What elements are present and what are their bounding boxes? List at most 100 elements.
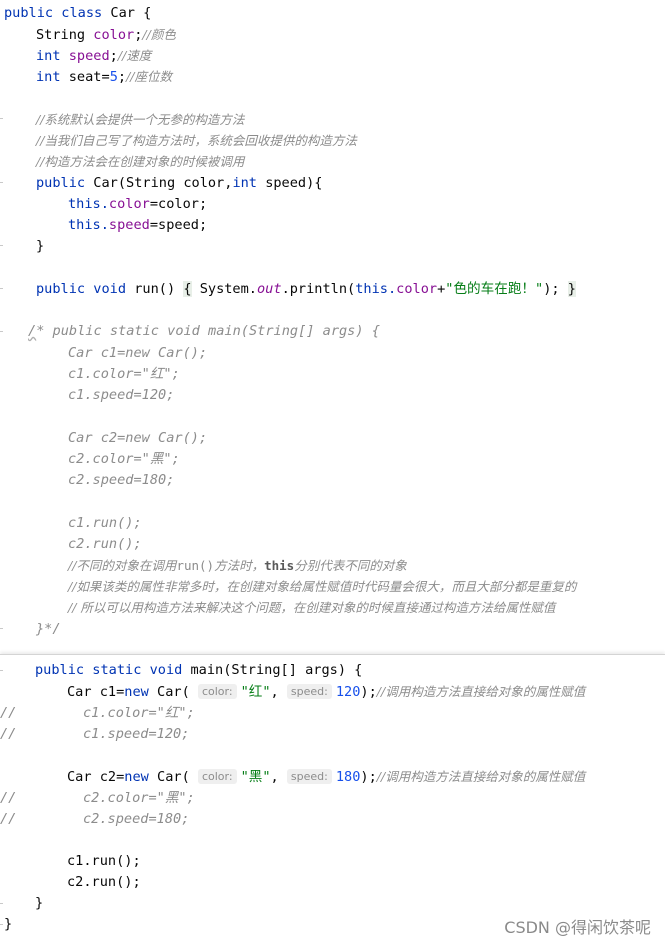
comment-line: c1.color="红"; xyxy=(68,366,180,382)
number-literal: 180 xyxy=(335,769,361,785)
number-literal: 120 xyxy=(335,684,361,700)
keyword: public void xyxy=(36,281,135,297)
code-text: =speed; xyxy=(149,217,208,233)
comment-line: c2.speed=180; xyxy=(68,472,175,488)
gutter-mark xyxy=(0,282,4,291)
field-name: speed xyxy=(108,217,150,233)
code-text: Car { xyxy=(110,5,152,21)
code-text: main(String[] args) { xyxy=(190,662,363,678)
code-text: String xyxy=(36,27,94,43)
code-line: public static void main(String[] args) { xyxy=(35,660,362,681)
number-literal: 5 xyxy=(109,69,118,85)
gutter-mark xyxy=(0,622,4,631)
code-line: public class Car { xyxy=(4,3,151,24)
gutter-mark xyxy=(0,239,4,248)
line-comment-marker: // xyxy=(0,705,17,721)
comment-line: c1.speed=120; xyxy=(83,726,190,742)
comment-line: c1.color="红"; xyxy=(83,705,195,721)
watermark: CSDN @得闲饮茶呢 xyxy=(504,918,651,937)
code-line: this.speed=speed; xyxy=(68,215,207,236)
code-line: } xyxy=(35,895,44,911)
keyword: new xyxy=(124,684,158,700)
comment-tag: this xyxy=(264,558,295,573)
field-name: speed xyxy=(68,48,110,64)
keyword: this. xyxy=(68,217,109,233)
comment-line: c2.run(); xyxy=(68,536,142,552)
code-editor-bottom: public static void main(String[] args) {… xyxy=(0,654,665,949)
comment-line: //当我们自己写了构造方法时，系统会回收提供的构造方法 xyxy=(36,133,357,148)
folded-brace[interactable]: } xyxy=(567,281,576,297)
code-line: } xyxy=(4,916,13,932)
gutter-mark xyxy=(0,897,4,906)
code-text: , xyxy=(270,769,287,785)
keyword: new xyxy=(124,769,158,785)
keyword: this. xyxy=(355,281,397,297)
comment-line: // 所以可以用构造方法来解决这个问题，在创建对象的时候直接通过构造方法给属性赋… xyxy=(68,600,556,615)
gutter-mark xyxy=(0,176,4,185)
code-text: System. xyxy=(191,281,257,297)
code-text: seat xyxy=(68,69,102,85)
code-line: String color;//颜色 xyxy=(36,24,176,45)
code-text: ; xyxy=(109,48,118,64)
keyword: int xyxy=(36,69,69,85)
code-line: int speed;//速度 xyxy=(36,45,151,66)
parameter-hint: speed: xyxy=(286,769,332,784)
code-text: Car c2= xyxy=(67,769,125,785)
keyword: int xyxy=(232,175,266,191)
field-name: color xyxy=(93,27,135,43)
string-literal: "红" xyxy=(240,684,271,700)
comment-line: c1.run(); xyxy=(68,515,142,531)
code-text: , xyxy=(270,684,287,700)
keyword: this. xyxy=(68,196,109,212)
static-field: out xyxy=(257,281,282,297)
keyword: int xyxy=(36,48,69,64)
comment-line: //系统默认会提供一个无参的构造方法 xyxy=(36,112,245,127)
comment: 方法时， xyxy=(214,558,265,573)
code-line: public Car(String color,int speed){ xyxy=(36,173,322,194)
code-line: public void run() { System.out.println(t… xyxy=(36,279,576,300)
code-line: int seat=5;//座位数 xyxy=(36,66,172,87)
comment: run() xyxy=(176,558,215,573)
code-text: run() xyxy=(134,281,184,297)
field-name: color xyxy=(108,196,150,212)
comment: //不同的对象在调用 xyxy=(68,558,177,573)
comment: //座位数 xyxy=(126,69,172,84)
code-text: = xyxy=(101,69,110,85)
comment-line: c2.color="黑"; xyxy=(83,790,195,806)
keyword: public static void xyxy=(35,662,191,678)
code-text: ); xyxy=(360,684,377,700)
code-text: =color; xyxy=(149,196,208,212)
code-text: ; xyxy=(117,69,127,85)
comment-line: c2.speed=180; xyxy=(83,811,190,827)
comment: 分别代表不同的对象 xyxy=(294,558,407,573)
code-text: Car( xyxy=(157,684,198,700)
parameter-hint: color: xyxy=(197,769,237,784)
block-comment-start: /* public static void main(String[] args… xyxy=(28,321,380,342)
code-text: speed){ xyxy=(265,175,323,191)
gutter-mark xyxy=(0,112,4,121)
comment: * public static void main(String[] args)… xyxy=(36,323,380,339)
gutter-mark xyxy=(0,918,4,927)
code-line: Car c2=new Car( color: "黑", speed: 180);//… xyxy=(67,766,585,787)
folded-brace[interactable]: { xyxy=(183,281,192,297)
parameter-hint: color: xyxy=(197,684,237,699)
string-literal: "色的车在跑！" xyxy=(445,281,544,297)
comment-line: //如果该类的属性非常多时，在创建对象给属性赋值时代码量会很大，而且大部分都是重… xyxy=(68,579,577,594)
code-line: } xyxy=(36,238,45,254)
gutter-mark xyxy=(0,325,4,334)
comment: //调用构造方法直接给对象的属性赋值 xyxy=(376,769,586,784)
comment: //颜色 xyxy=(142,27,176,42)
code-text: ); xyxy=(360,769,377,785)
comment-line: //不同的对象在调用run()方法时，this分别代表不同的对象 xyxy=(68,555,407,576)
code-editor-top: public class Car { String color;//颜色 int… xyxy=(0,0,665,648)
code-text: Car c1= xyxy=(67,684,125,700)
parameter-hint: speed: xyxy=(286,684,332,699)
code-text: Car( xyxy=(157,769,198,785)
code-line: c1.run(); xyxy=(67,853,141,869)
gutter-mark xyxy=(0,664,4,673)
code-text: ); xyxy=(543,281,568,297)
keyword: public xyxy=(36,175,94,191)
code-line: c2.run(); xyxy=(67,874,141,890)
string-literal: "黑" xyxy=(240,769,271,785)
field-name: color xyxy=(396,281,438,297)
